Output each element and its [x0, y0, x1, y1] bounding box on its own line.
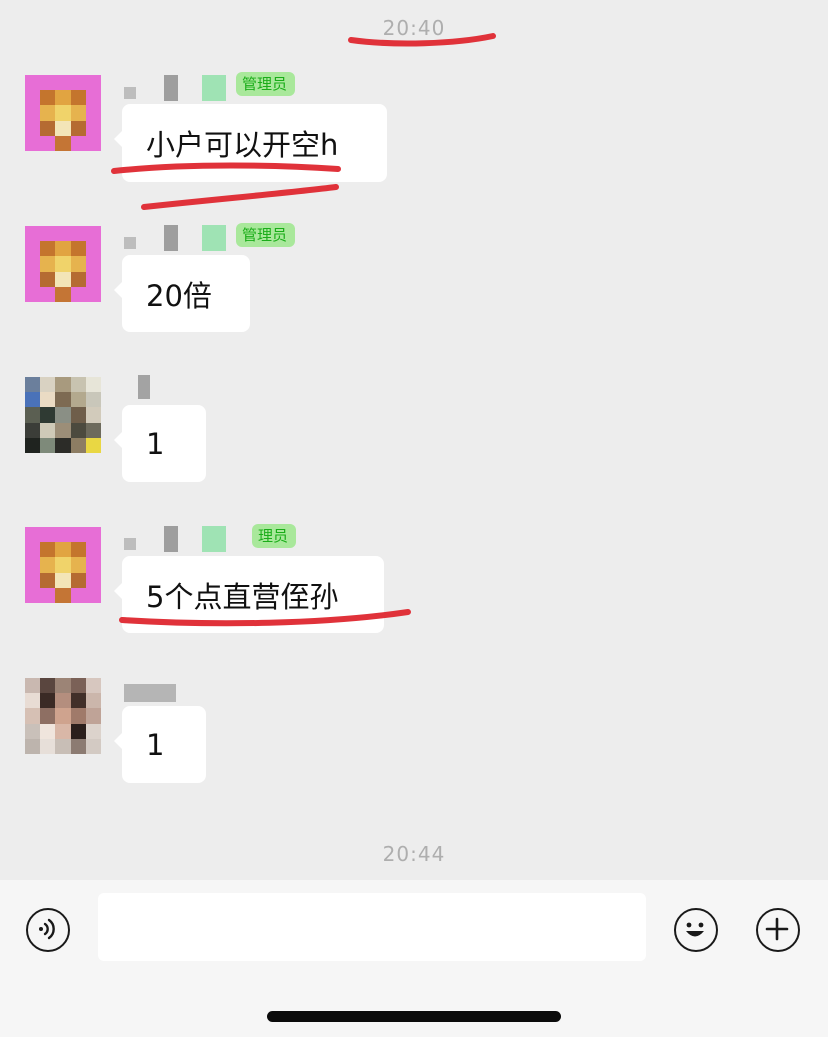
home-indicator[interactable] — [267, 1011, 561, 1022]
avatar-admin[interactable] — [25, 75, 101, 151]
emoji-icon[interactable] — [674, 908, 718, 952]
message-bubble[interactable]: 小户可以开空h — [114, 104, 387, 182]
message-bubble[interactable]: 5个点直营侄孙 — [114, 556, 384, 633]
avatar-admin[interactable] — [25, 527, 101, 603]
plus-icon[interactable] — [756, 908, 800, 952]
admin-badge-partial: 理员 — [252, 524, 297, 548]
admin-badge: 管理员 — [236, 223, 296, 247]
message-bubble[interactable]: 1 — [114, 706, 206, 783]
message-bubble[interactable]: 20倍 — [114, 255, 250, 332]
nickname-blurred — [124, 75, 234, 103]
avatar-admin[interactable] — [25, 226, 101, 302]
nickname-blurred — [124, 225, 234, 253]
timestamp: 20:44 — [382, 842, 446, 866]
nickname-blurred — [124, 526, 264, 554]
avatar-member[interactable] — [25, 678, 101, 754]
timestamp: 20:40 — [382, 16, 446, 40]
nickname-blurred — [124, 375, 164, 403]
message-bubble[interactable]: 1 — [114, 405, 206, 482]
message-input[interactable] — [98, 893, 646, 961]
voice-icon[interactable] — [26, 908, 70, 952]
avatar-member[interactable] — [25, 377, 101, 453]
nickname-blurred — [124, 676, 184, 704]
admin-badge: 管理员 — [236, 72, 296, 96]
